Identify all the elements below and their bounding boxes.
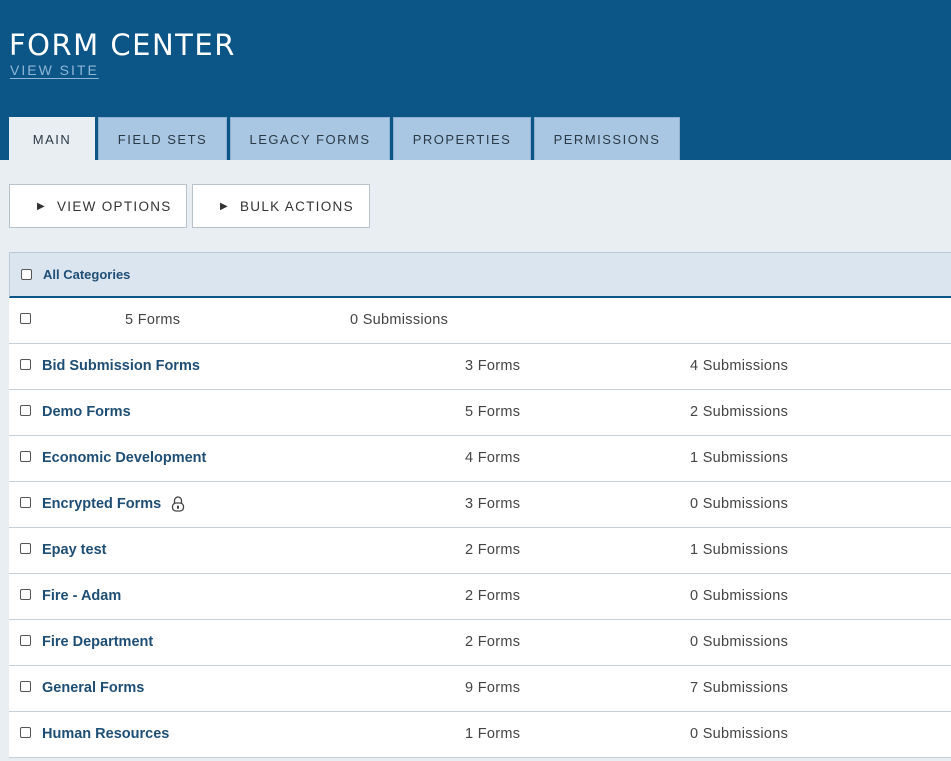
table-row: Demo Forms 5 Forms 2 Submissions	[9, 390, 951, 436]
forms-count: 2 Forms	[465, 634, 521, 650]
table-row: Bid Submission Forms 3 Forms 4 Submissio…	[9, 344, 951, 390]
category-name: Fire Department	[42, 634, 154, 650]
triangle-right-icon: ▶	[220, 200, 229, 212]
category-link[interactable]: Demo Forms	[42, 404, 131, 420]
triangle-right-icon: ▶	[37, 200, 46, 212]
submissions-count: 4 Submissions	[690, 358, 789, 374]
category-grid: All Categories 5 Forms 0 Submissions Bid…	[9, 252, 951, 758]
tab-field-sets[interactable]: FIELD SETS	[98, 117, 227, 160]
category-name: Human Resources	[42, 726, 170, 742]
row-checkbox[interactable]	[20, 589, 31, 600]
submissions-count: 2 Submissions	[690, 404, 789, 420]
category-link[interactable]: Fire - Adam	[42, 588, 121, 604]
app-header: FORM CENTER VIEW SITE MAIN FIELD SETS LE…	[0, 0, 951, 160]
summary-forms-count: 5 Forms	[125, 312, 181, 328]
table-row: General Forms 9 Forms 7 Submissions	[9, 666, 951, 712]
select-all-checkbox[interactable]	[21, 269, 32, 280]
category-name: Demo Forms	[42, 404, 131, 420]
toolbar: ▶ VIEW OPTIONS ▶ BULK ACTIONS	[9, 184, 375, 228]
submissions-count: 1 Submissions	[690, 542, 789, 558]
submissions-count: 1 Submissions	[690, 450, 789, 466]
forms-count: 2 Forms	[465, 588, 521, 604]
category-name: Encrypted Forms	[42, 496, 162, 512]
submissions-count: 0 Submissions	[690, 634, 789, 650]
forms-count: 2 Forms	[465, 542, 521, 558]
category-link[interactable]: Bid Submission Forms	[42, 358, 200, 374]
category-link[interactable]: Fire Department	[42, 634, 153, 650]
row-checkbox[interactable]	[20, 451, 31, 462]
summary-row: 5 Forms 0 Submissions	[9, 298, 951, 344]
submissions-count: 0 Submissions	[690, 496, 789, 512]
view-options-button[interactable]: ▶ VIEW OPTIONS	[9, 184, 187, 228]
submissions-count: 7 Submissions	[690, 680, 789, 696]
table-row: Human Resources 1 Forms 0 Submissions	[9, 712, 951, 758]
tab-permissions[interactable]: PERMISSIONS	[534, 117, 680, 160]
table-row: Epay test 2 Forms 1 Submissions	[9, 528, 951, 574]
lock-icon	[172, 496, 185, 512]
forms-count: 9 Forms	[465, 680, 521, 696]
summary-submissions-count: 0 Submissions	[350, 312, 449, 328]
bulk-actions-button[interactable]: ▶ BULK ACTIONS	[192, 184, 370, 228]
category-link[interactable]: Human Resources	[42, 726, 169, 742]
row-checkbox[interactable]	[20, 543, 31, 554]
forms-count: 3 Forms	[465, 358, 521, 374]
forms-count: 4 Forms	[465, 450, 521, 466]
tab-main[interactable]: MAIN	[9, 117, 95, 160]
category-link[interactable]: General Forms	[42, 680, 144, 696]
tab-legacy-forms[interactable]: LEGACY FORMS	[230, 117, 390, 160]
forms-count: 1 Forms	[465, 726, 521, 742]
view-options-label: VIEW OPTIONS	[57, 198, 172, 214]
submissions-count: 0 Submissions	[690, 588, 789, 604]
category-name: Epay test	[42, 542, 107, 558]
summary-checkbox[interactable]	[20, 313, 31, 324]
all-categories-link[interactable]: All Categories	[43, 267, 130, 282]
page-title: FORM CENTER	[9, 28, 236, 62]
row-checkbox[interactable]	[20, 635, 31, 646]
category-name: Fire - Adam	[42, 588, 122, 604]
bulk-actions-label: BULK ACTIONS	[240, 198, 354, 214]
row-checkbox[interactable]	[20, 405, 31, 416]
row-checkbox[interactable]	[20, 497, 31, 508]
grid-header-row: All Categories	[9, 252, 951, 298]
forms-count: 3 Forms	[465, 496, 521, 512]
table-row: Encrypted Forms 3 Forms 0 Submissions	[9, 482, 951, 528]
tab-bar: MAIN FIELD SETS LEGACY FORMS PROPERTIES …	[9, 117, 683, 160]
row-checkbox[interactable]	[20, 681, 31, 692]
table-row: Fire - Adam 2 Forms 0 Submissions	[9, 574, 951, 620]
category-name: Bid Submission Forms	[42, 358, 200, 374]
category-link[interactable]: Epay test	[42, 542, 106, 558]
category-link[interactable]: Economic Development	[42, 450, 206, 466]
category-name: General Forms	[42, 680, 145, 696]
row-checkbox[interactable]	[20, 359, 31, 370]
tab-properties[interactable]: PROPERTIES	[393, 117, 531, 160]
category-link[interactable]: Encrypted Forms	[42, 496, 185, 512]
table-row: Economic Development 4 Forms 1 Submissio…	[9, 436, 951, 482]
table-row: Fire Department 2 Forms 0 Submissions	[9, 620, 951, 666]
row-checkbox[interactable]	[20, 727, 31, 738]
view-site-link[interactable]: VIEW SITE	[10, 62, 99, 78]
submissions-count: 0 Submissions	[690, 726, 789, 742]
forms-count: 5 Forms	[465, 404, 521, 420]
category-name: Economic Development	[42, 450, 207, 466]
